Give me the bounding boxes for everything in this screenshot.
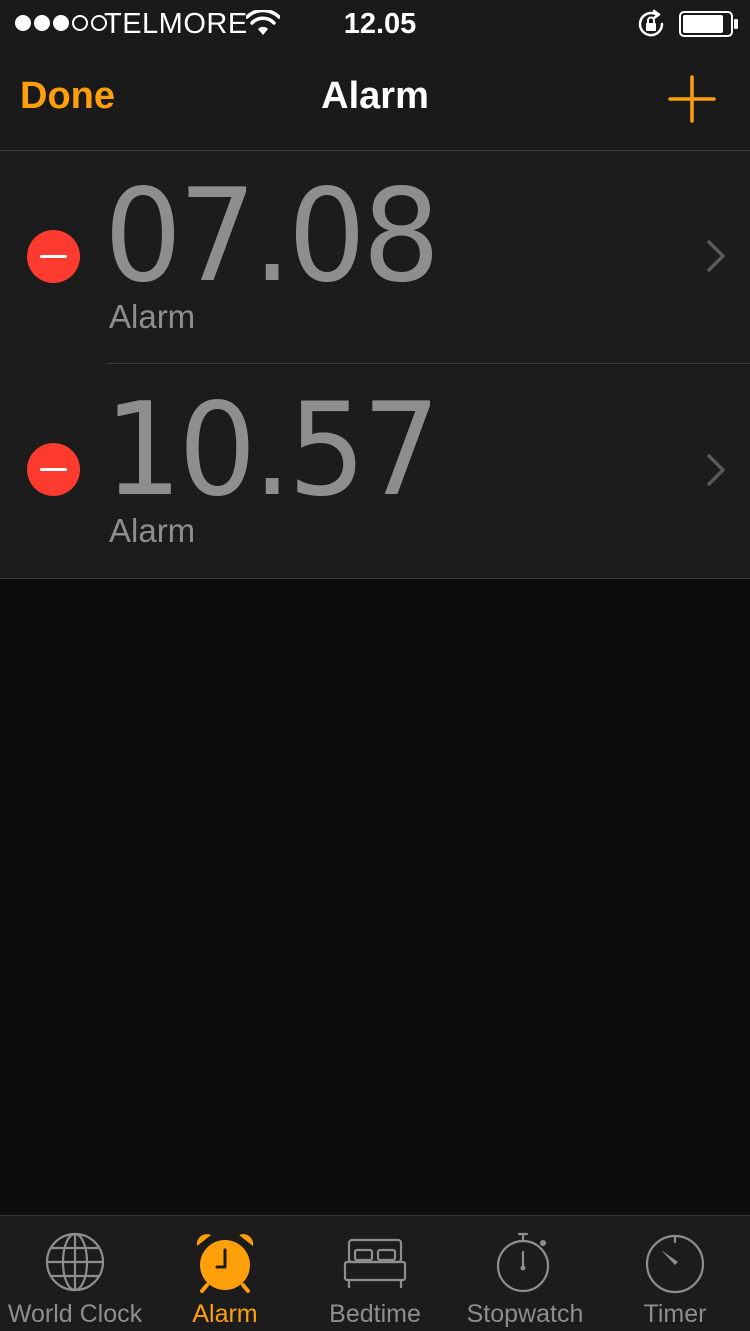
alarm-time: 10.57 <box>104 376 440 525</box>
status-bar: TELMORE 12.05 <box>0 0 750 48</box>
alarm-list: 07.08 Alarm 10.57 Alarm <box>0 151 750 579</box>
wifi-icon <box>246 10 280 35</box>
tab-label: Stopwatch <box>466 1300 584 1328</box>
minus-icon <box>40 468 67 471</box>
alarm-label: Alarm <box>109 512 196 549</box>
alarm-clock-icon <box>196 1234 254 1293</box>
stopwatch-icon <box>496 1232 550 1293</box>
signal-dot <box>53 15 69 31</box>
minus-icon <box>40 255 67 258</box>
carrier-name: TELMORE <box>104 8 248 40</box>
signal-dot <box>72 15 88 31</box>
chevron-right-icon <box>707 240 725 272</box>
tab-label: World Clock <box>7 1300 143 1328</box>
alarm-label: Alarm <box>109 298 196 335</box>
timer-icon <box>645 1234 705 1294</box>
battery-icon <box>679 11 738 37</box>
tab-alarm[interactable]: Alarm <box>150 1216 300 1331</box>
alarm-time: 07.08 <box>104 162 440 311</box>
tab-world-clock[interactable]: World Clock <box>0 1216 150 1331</box>
tab-label: Alarm <box>192 1300 258 1328</box>
chevron-right-icon <box>707 454 725 486</box>
done-button[interactable]: Done <box>20 75 115 118</box>
tab-stopwatch[interactable]: Stopwatch <box>450 1216 600 1331</box>
alarm-row[interactable]: 07.08 Alarm <box>0 151 750 364</box>
delete-alarm-button[interactable] <box>27 230 80 283</box>
delete-alarm-button[interactable] <box>27 443 80 496</box>
navigation-bar: Done Alarm <box>0 48 750 151</box>
signal-dot <box>34 15 50 31</box>
signal-strength-icon <box>15 15 107 31</box>
tab-label: Bedtime <box>329 1300 421 1328</box>
signal-dot <box>15 15 31 31</box>
alarm-screen: TELMORE 12.05 Done Alarm 07.08 Alarm 10.… <box>0 0 750 1331</box>
bed-icon <box>343 1238 407 1288</box>
tab-timer[interactable]: Timer <box>600 1216 750 1331</box>
tab-bedtime[interactable]: Bedtime <box>300 1216 450 1331</box>
add-alarm-button[interactable] <box>666 73 718 125</box>
tab-label: Timer <box>643 1300 707 1328</box>
status-time: 12.05 <box>343 8 417 40</box>
rotation-lock-icon <box>638 9 664 37</box>
tab-bar: World Clock Alarm Bedtime Stopwatch Time… <box>0 1215 750 1331</box>
globe-icon <box>45 1232 105 1292</box>
alarm-row[interactable]: 10.57 Alarm <box>0 364 750 579</box>
